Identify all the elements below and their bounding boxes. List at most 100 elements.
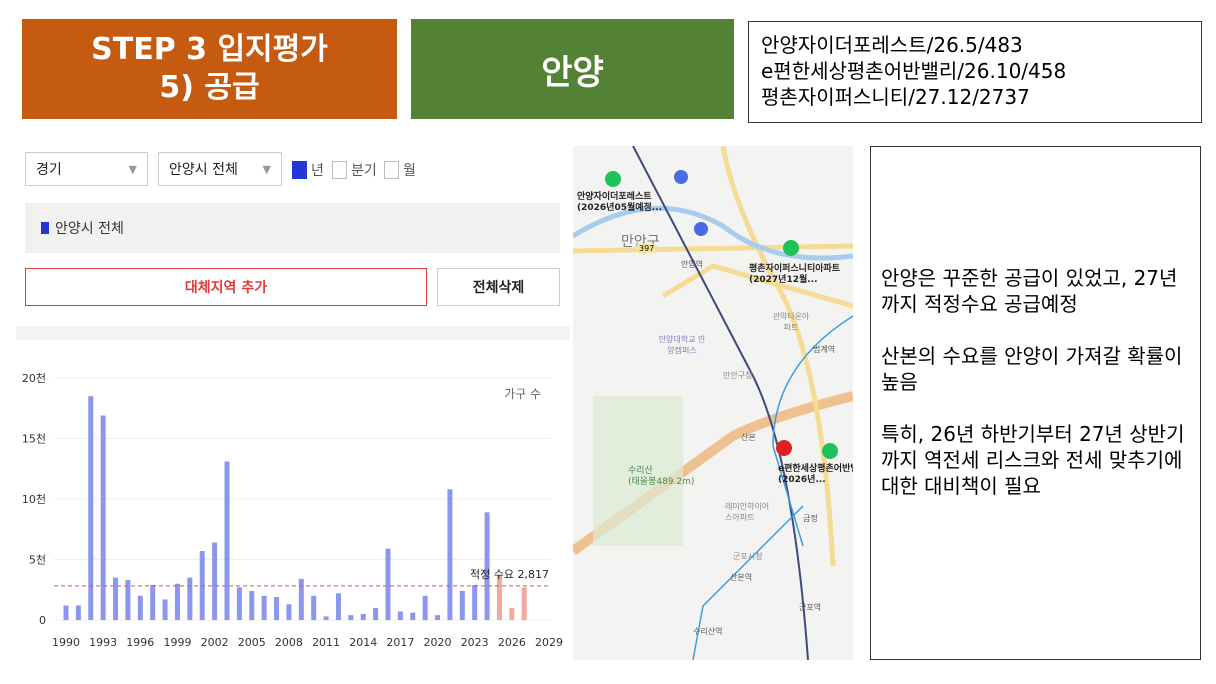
note-paragraph: 산본의 수요를 안양이 가져갈 확률이 높음 bbox=[881, 344, 1183, 394]
region-title: 안양 bbox=[411, 19, 734, 119]
unit-label: 가구 수 bbox=[504, 387, 541, 401]
map-label-station: 안양역 bbox=[681, 260, 704, 269]
bar bbox=[286, 604, 292, 620]
checkbox-icon bbox=[292, 161, 307, 179]
bar bbox=[100, 415, 106, 620]
bar bbox=[63, 605, 69, 620]
bar bbox=[236, 587, 242, 620]
bar bbox=[335, 593, 341, 620]
bar bbox=[385, 548, 391, 620]
step-subline: 5) 공급 bbox=[159, 70, 260, 105]
checkbox-icon bbox=[384, 161, 399, 179]
x-tick-label: 2005 bbox=[238, 636, 266, 649]
x-tick-label: 1993 bbox=[89, 636, 117, 649]
analysis-notes: 안양은 꾸준한 공급이 있었고, 27년까지 적정수요 공급예정 산본의 수요를… bbox=[870, 146, 1201, 660]
bar bbox=[373, 607, 379, 620]
checkbox-label: 분기 bbox=[351, 163, 377, 179]
x-tick-label: 2011 bbox=[312, 636, 340, 649]
divider bbox=[16, 326, 570, 340]
map-label-ic: 금정 bbox=[803, 514, 818, 523]
bar bbox=[162, 599, 168, 620]
map-label-ic: 산본 bbox=[741, 433, 756, 442]
project-item: e편한세상평촌어반밸리/26.10/458 bbox=[761, 59, 1067, 83]
bar bbox=[323, 616, 329, 620]
bar bbox=[224, 461, 230, 620]
map[interactable]: 안양자이더포레스트 (2026년05월예정... 평촌자이퍼스니티아파트 (2027… bbox=[573, 146, 853, 660]
bar bbox=[521, 587, 527, 620]
map-label-text: e편한세상평촌어반밸 bbox=[778, 464, 853, 474]
y-tick-label: 20천 bbox=[22, 371, 46, 385]
bar bbox=[435, 615, 441, 620]
bar bbox=[137, 595, 143, 620]
map-road-badge: 397 bbox=[637, 244, 657, 253]
map-label-station: 수리산역 bbox=[693, 627, 723, 636]
bar bbox=[397, 611, 403, 620]
bar bbox=[360, 613, 366, 620]
bar bbox=[249, 590, 255, 620]
map-label-text: 안양자이더포레스트 bbox=[577, 192, 652, 202]
bar bbox=[348, 615, 354, 620]
province-select[interactable]: 경기 ▼ bbox=[25, 152, 148, 186]
map-label-project[interactable]: 안양자이더포레스트 (2026년05월예정... bbox=[577, 192, 662, 214]
period-month-checkbox[interactable]: 월 bbox=[384, 160, 416, 180]
map-label-sub: (2026년... bbox=[778, 475, 826, 485]
bar bbox=[261, 595, 267, 620]
x-tick-label: 2026 bbox=[498, 636, 526, 649]
bar bbox=[484, 512, 490, 620]
map-label-poi: 래미안하이어스아파트 bbox=[725, 502, 770, 522]
x-tick-label: 2014 bbox=[349, 636, 377, 649]
bar bbox=[174, 583, 180, 620]
x-tick-label: 2029 bbox=[535, 636, 563, 649]
x-tick-label: 1990 bbox=[52, 636, 80, 649]
step-line: STEP 3 입지평가 bbox=[91, 32, 328, 67]
x-tick-label: 2017 bbox=[386, 636, 414, 649]
period-quarter-checkbox[interactable]: 분기 bbox=[332, 160, 377, 180]
x-tick-label: 2020 bbox=[424, 636, 452, 649]
province-value: 경기 bbox=[36, 162, 62, 178]
y-tick-label: 0 bbox=[39, 614, 46, 627]
bar bbox=[472, 584, 478, 620]
chevron-down-icon: ▼ bbox=[128, 162, 137, 176]
city-value: 안양시 전체 bbox=[169, 162, 238, 178]
supply-chart: 0 5천 10천 15천 20천 1990 1993 1996 1999 2002 2005 2008… bbox=[22, 371, 563, 649]
bar bbox=[274, 597, 280, 620]
map-label-station: 범계역 bbox=[813, 345, 836, 354]
bar bbox=[496, 575, 502, 620]
x-tick-label: 2008 bbox=[275, 636, 303, 649]
series-legend: 안양시 전체 bbox=[25, 203, 560, 253]
map-label-project[interactable]: 평촌자이퍼스니티아파트 (2027년12월... bbox=[749, 264, 840, 286]
x-tick-label: 1999 bbox=[163, 636, 191, 649]
map-label-poi: 만안구청 bbox=[723, 371, 753, 380]
bar bbox=[113, 577, 119, 620]
note-paragraph: 특히, 26년 하반기부터 27년 상반기까지 역전세 리스크와 전세 맞추기에… bbox=[881, 422, 1185, 498]
x-tick-label: 2023 bbox=[461, 636, 489, 649]
period-year-checkbox[interactable]: 년 bbox=[292, 160, 324, 180]
bar bbox=[75, 605, 81, 620]
step-title: STEP 3 입지평가 5) 공급 bbox=[22, 19, 397, 119]
map-label-project[interactable]: e편한세상평촌어반밸 (2026년... bbox=[778, 464, 853, 486]
bar bbox=[187, 577, 193, 620]
bar bbox=[422, 595, 428, 620]
map-label-text: 평촌자이퍼스니티아파트 bbox=[749, 264, 841, 274]
map-label-sub: (2027년12월... bbox=[749, 275, 818, 285]
project-item: 평촌자이퍼스니티/27.12/2737 bbox=[761, 85, 1030, 109]
city-select[interactable]: 안양시 전체 ▼ bbox=[158, 152, 282, 186]
delete-all-button[interactable]: 전체삭제 bbox=[437, 268, 560, 306]
add-region-button[interactable]: 대체지역 추가 bbox=[25, 268, 427, 306]
note-paragraph: 안양은 꾸준한 공급이 있었고, 27년까지 적정수요 공급예정 bbox=[881, 266, 1178, 316]
map-label-text: 수리산 bbox=[628, 466, 653, 476]
legend-swatch bbox=[41, 222, 49, 234]
map-label-poi: 안양대학교 안양캠퍼스 bbox=[658, 335, 706, 355]
map-label-station: 군포역 bbox=[799, 603, 822, 612]
bar bbox=[459, 590, 465, 620]
map-label-poi: 군포시청 bbox=[733, 552, 763, 561]
bar bbox=[410, 612, 416, 620]
bar bbox=[150, 584, 156, 620]
chevron-down-icon: ▼ bbox=[262, 162, 271, 176]
bar bbox=[298, 578, 304, 620]
project-item: 안양자이더포레스트/26.5/483 bbox=[761, 33, 1023, 57]
bar bbox=[509, 607, 515, 620]
map-label-sub: (2026년05월예정... bbox=[577, 203, 663, 213]
bar bbox=[447, 489, 453, 620]
x-tick-label: 1996 bbox=[126, 636, 154, 649]
